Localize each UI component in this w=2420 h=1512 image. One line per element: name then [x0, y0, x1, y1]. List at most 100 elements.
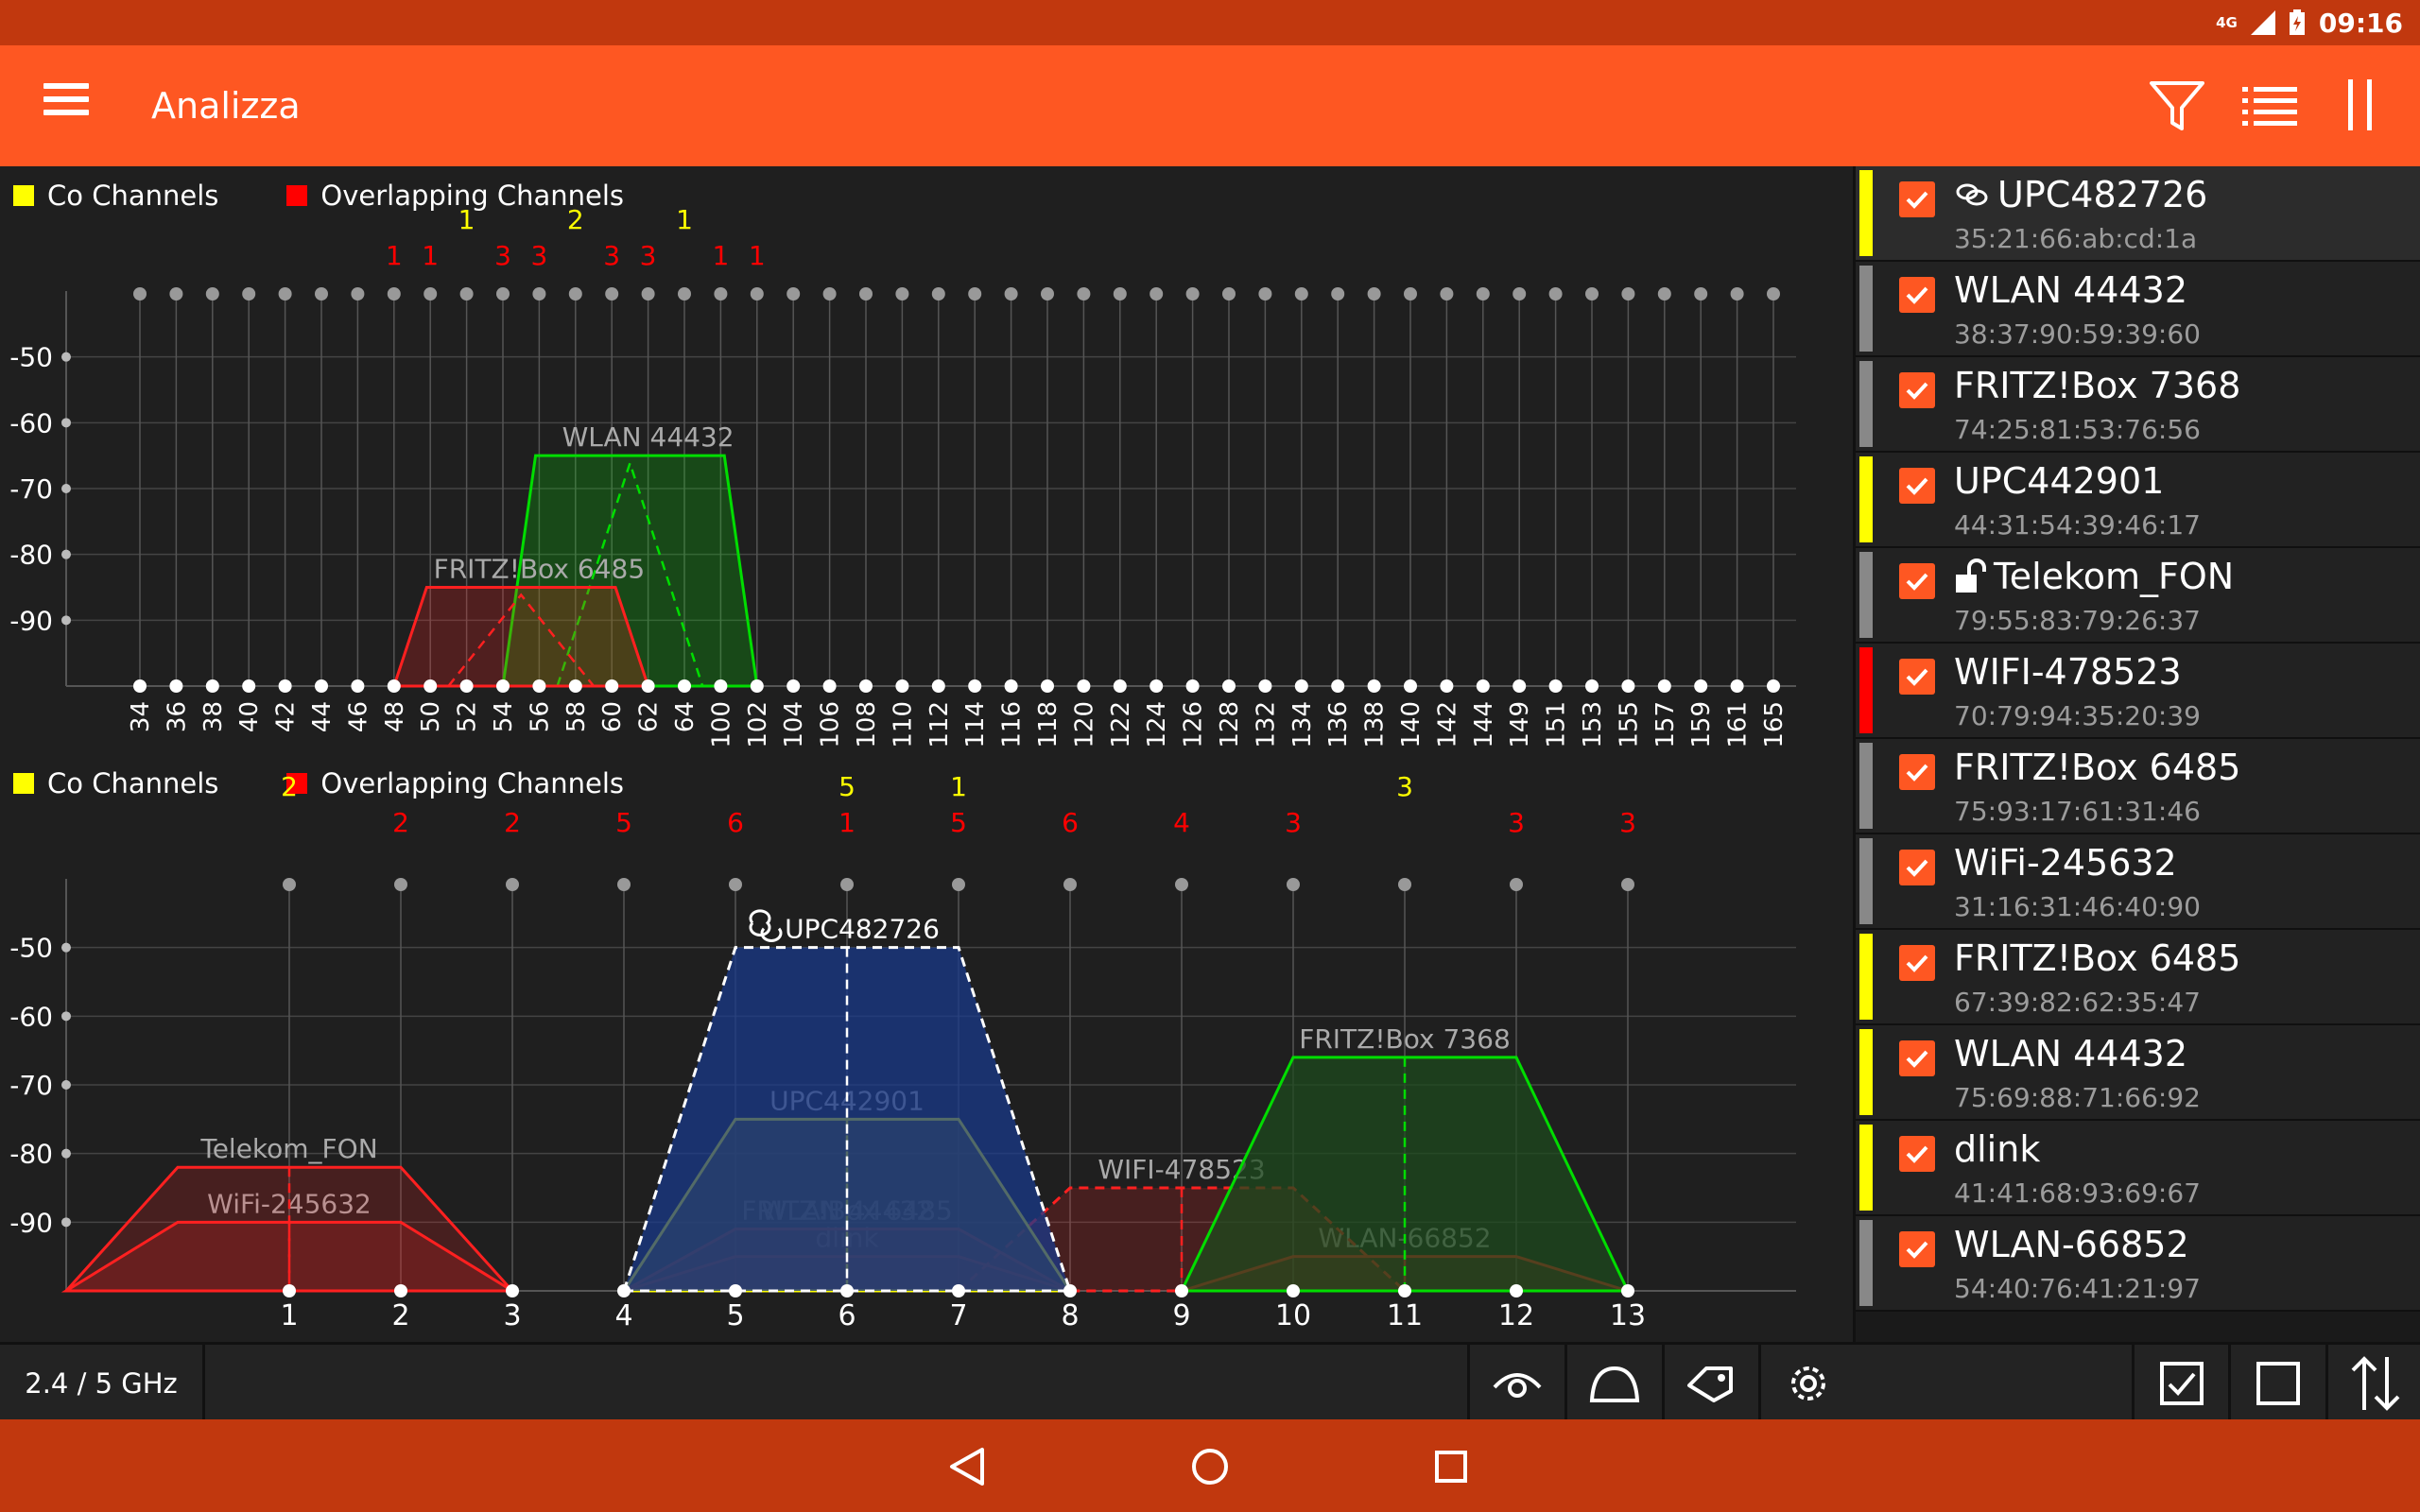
channel-count: 3 [1396, 771, 1413, 802]
channel-bottom-dot [822, 679, 837, 693]
select-all-button[interactable] [2132, 1345, 2229, 1422]
link-icon [1956, 183, 1988, 206]
chart-24ghz: -50-60-70-80-9012345678910111213dlinkWLA… [9, 771, 1796, 1332]
network-label: WLAN 44432 [562, 421, 735, 453]
channel-bottom-dot [506, 1284, 519, 1297]
ap-list-item[interactable]: WIFI-478523 70:79:94:35:20:39 [1856, 644, 2420, 739]
ap-checkbox[interactable] [1899, 945, 1935, 981]
bottom-toolbar: 2.4 / 5 GHz [0, 1342, 2420, 1422]
channel-bottom-dot [394, 1284, 407, 1297]
ap-list-item[interactable]: FRITZ!Box 6485 75:93:17:61:31:46 [1856, 739, 2420, 834]
channel-top-dot [1512, 287, 1527, 301]
eye-button[interactable] [1467, 1345, 1564, 1422]
ap-checkbox[interactable] [1899, 181, 1935, 217]
channel-label: 6 [838, 1299, 856, 1332]
signal-strip [1859, 170, 1873, 256]
check-icon [1906, 859, 1928, 877]
channel-top-dot [1621, 287, 1635, 301]
ap-list-item[interactable]: UPC442901 44:31:54:39:46:17 [1856, 453, 2420, 548]
channel-bottom-dot [931, 679, 945, 693]
band-selector[interactable]: 2.4 / 5 GHz [0, 1345, 205, 1422]
ap-list-item[interactable]: Telekom_FON 79:55:83:79:26:37 [1856, 548, 2420, 644]
y-tick-dot [61, 484, 71, 493]
check-icon [1906, 286, 1928, 304]
channel-top-dot [1175, 878, 1188, 891]
clock: 09:16 [2318, 7, 2403, 39]
channel-label: 1 [280, 1299, 298, 1332]
ap-checkbox[interactable] [1899, 1040, 1935, 1076]
gear-icon [1791, 1366, 1825, 1400]
back-icon[interactable] [941, 1438, 997, 1495]
signal-strip [1859, 1029, 1873, 1115]
home-icon[interactable] [1182, 1438, 1238, 1495]
channel-label: 60 [598, 701, 627, 732]
ap-ssid: WLAN-66852 [1954, 1224, 2189, 1265]
filter-icon[interactable] [2146, 74, 2208, 136]
signal-icon [2250, 10, 2275, 35]
channel-top-dot [459, 287, 474, 301]
ap-list-item[interactable]: dlink 41:41:68:93:69:67 [1856, 1121, 2420, 1216]
list-icon[interactable] [2238, 74, 2301, 136]
check-icon [1906, 191, 1928, 209]
ap-checkbox[interactable] [1899, 372, 1935, 408]
channel-bottom-dot [1585, 679, 1599, 693]
channel-bottom-dot [205, 679, 219, 693]
channel-count: 3 [1285, 807, 1302, 838]
ap-list-item[interactable]: WLAN 44432 38:37:90:59:39:60 [1856, 262, 2420, 357]
channel-bottom-dot [729, 1284, 742, 1297]
ap-list-item[interactable]: UPC482726 35:21:66:ab:cd:1a [1856, 166, 2420, 262]
ap-checkbox[interactable] [1899, 659, 1935, 695]
eye-icon [1493, 1373, 1542, 1398]
pause-icon[interactable] [2329, 74, 2392, 136]
battery-icon [2289, 9, 2305, 35]
channel-label: 104 [780, 701, 808, 748]
ap-checkbox[interactable] [1899, 277, 1935, 313]
deselect-all-button[interactable] [2228, 1345, 2325, 1422]
ap-checkbox[interactable] [1899, 754, 1935, 790]
channel-bottom-dot [968, 679, 982, 693]
channel-top-dot [859, 287, 873, 301]
y-tick-dot [61, 615, 71, 626]
channel-top-dot [315, 287, 328, 301]
ap-list-item[interactable]: FRITZ!Box 7368 74:25:81:53:76:56 [1856, 357, 2420, 453]
recents-icon[interactable] [1423, 1438, 1479, 1495]
channel-count: 2 [281, 771, 298, 802]
channel-label: 50 [417, 701, 445, 732]
ap-checkbox[interactable] [1899, 563, 1935, 599]
ap-list-item[interactable]: WLAN 44432 75:69:88:71:66:92 [1856, 1025, 2420, 1121]
ap-mac: 75:69:88:71:66:92 [1954, 1082, 2201, 1113]
ap-checkbox[interactable] [1899, 1136, 1935, 1172]
channel-count: 3 [603, 240, 620, 271]
ap-list-item[interactable]: WLAN-66852 54:40:76:41:21:97 [1856, 1216, 2420, 1312]
curve-button[interactable] [1564, 1345, 1662, 1422]
channel-bottom-dot [641, 679, 655, 693]
channel-top-dot [169, 287, 183, 301]
channel-bottom-dot [1331, 679, 1345, 693]
check-icon [1906, 954, 1928, 972]
sort-button[interactable] [2325, 1345, 2420, 1422]
settings-button[interactable] [1758, 1345, 1856, 1422]
y-tick-label: -70 [9, 1070, 53, 1101]
ap-mac: 74:25:81:53:76:56 [1954, 414, 2201, 445]
channel-bottom-dot [315, 679, 328, 693]
channel-label: 159 [1687, 701, 1716, 748]
status-right: 4G 09:16 [2216, 0, 2403, 45]
channel-label: 153 [1579, 701, 1607, 748]
ap-checkbox[interactable] [1899, 468, 1935, 504]
ap-checkbox[interactable] [1899, 1231, 1935, 1267]
channel-top-dot [895, 287, 909, 301]
network-type: 4G [2216, 14, 2238, 31]
ap-mac: 67:39:82:62:35:47 [1954, 987, 2201, 1018]
ap-list-item[interactable]: WiFi-245632 31:16:31:46:40:90 [1856, 834, 2420, 930]
tag-button[interactable] [1662, 1345, 1759, 1422]
channel-count: 1 [712, 240, 729, 271]
y-tick-label: -60 [9, 1001, 53, 1032]
channel-label: 110 [889, 701, 917, 748]
channel-top-dot [786, 287, 801, 301]
channel-count: 1 [838, 807, 856, 838]
channel-top-dot [1041, 287, 1054, 301]
ap-list-item[interactable]: FRITZ!Box 6485 67:39:82:62:35:47 [1856, 930, 2420, 1025]
ap-checkbox[interactable] [1899, 850, 1935, 885]
menu-icon[interactable] [43, 83, 89, 129]
ap-ssid-row: FRITZ!Box 6485 [1954, 747, 2240, 788]
